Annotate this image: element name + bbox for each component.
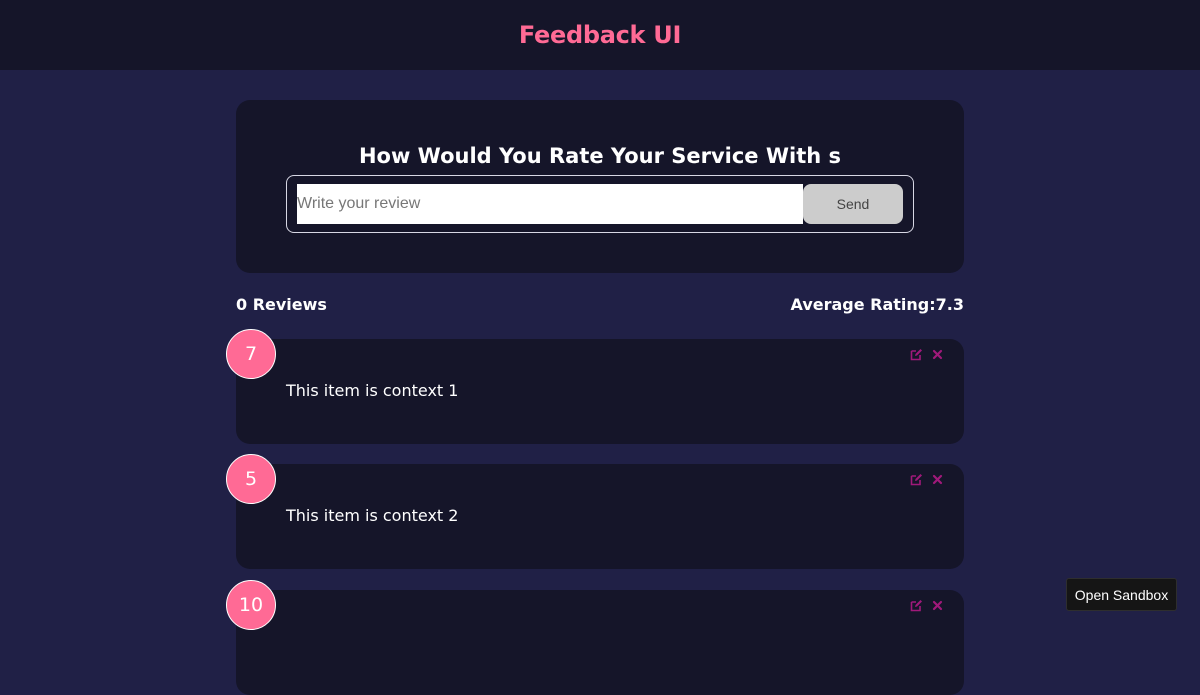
- average-rating: Average Rating:7.3: [790, 295, 965, 314]
- rating-badge: 7: [226, 329, 276, 379]
- item-actions: [910, 348, 944, 361]
- feedback-text: This item is context 2: [286, 506, 459, 525]
- rating-badge: 5: [226, 454, 276, 504]
- review-count: 0 Reviews: [236, 295, 327, 314]
- app-title: Feedback UI: [518, 21, 682, 49]
- open-sandbox-button[interactable]: Open Sandbox: [1066, 578, 1177, 611]
- stats-row: 0 Reviews Average Rating:7.3: [236, 295, 964, 317]
- edit-icon[interactable]: [910, 348, 923, 361]
- app-header: Feedback UI: [0, 0, 1200, 70]
- close-icon[interactable]: [931, 348, 944, 361]
- edit-icon[interactable]: [910, 473, 923, 486]
- review-heading: How Would You Rate Your Service With s: [358, 144, 842, 168]
- review-input[interactable]: [297, 184, 803, 224]
- review-input-group: Send: [286, 175, 914, 233]
- item-actions: [910, 599, 944, 612]
- rating-badge: 10: [226, 580, 276, 630]
- feedback-text: This item is context 1: [286, 381, 459, 400]
- send-button[interactable]: Send: [803, 184, 903, 224]
- close-icon[interactable]: [931, 473, 944, 486]
- review-form-card: How Would You Rate Your Service With s S…: [236, 100, 964, 273]
- edit-icon[interactable]: [910, 599, 923, 612]
- close-icon[interactable]: [931, 599, 944, 612]
- feedback-item: 7 This item is context 1: [226, 329, 964, 444]
- feedback-item: 5 This item is context 2: [226, 454, 964, 569]
- item-actions: [910, 473, 944, 486]
- feedback-item: 10: [226, 580, 964, 695]
